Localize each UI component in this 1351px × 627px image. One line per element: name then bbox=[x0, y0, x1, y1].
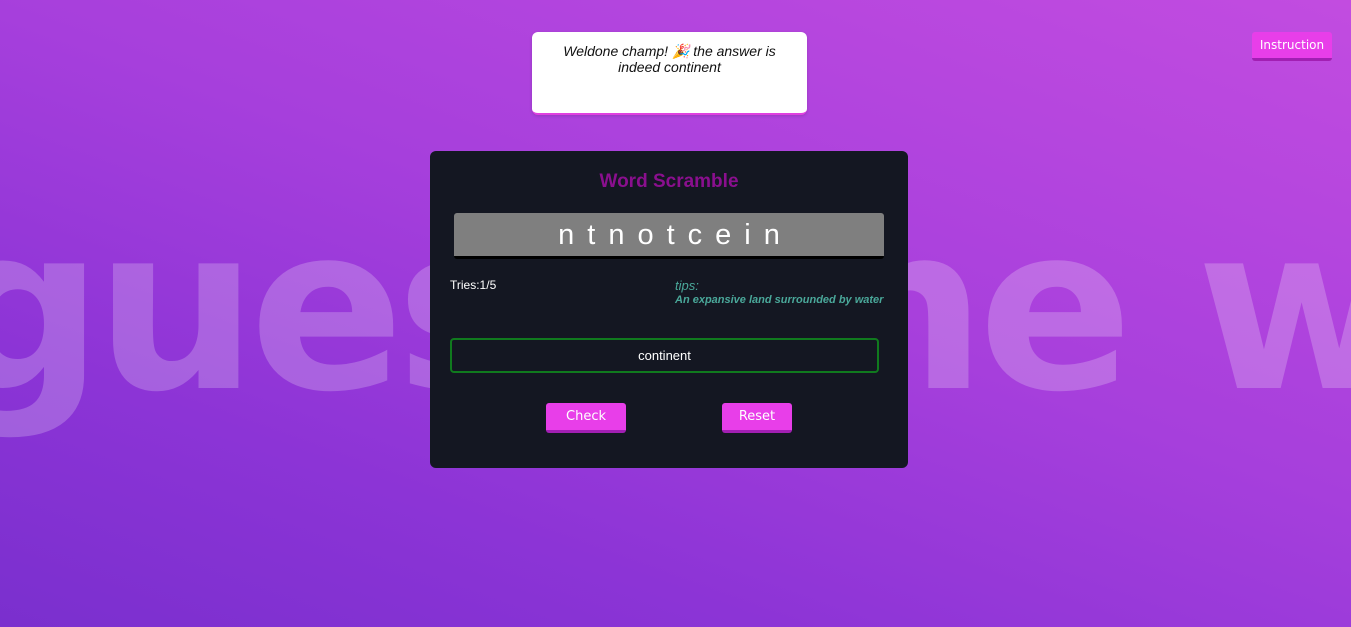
reset-button[interactable]: Reset bbox=[722, 403, 792, 433]
check-button[interactable]: Check bbox=[546, 403, 626, 433]
tips-label: tips: bbox=[675, 278, 699, 293]
tries-counter: Tries:1/5 bbox=[450, 278, 497, 292]
tips-text: An expansive land surrounded by water bbox=[675, 294, 884, 306]
answer-input[interactable] bbox=[450, 338, 879, 373]
game-card: Word Scramble ntnotcein Tries:1/5 tips: … bbox=[430, 151, 908, 468]
instruction-button[interactable]: Instruction bbox=[1252, 32, 1332, 61]
success-toast: Weldone champ! 🎉 the answer is indeed co… bbox=[532, 32, 807, 115]
scrambled-word-display: ntnotcein bbox=[454, 213, 884, 259]
toast-message: Weldone champ! 🎉 the answer is indeed co… bbox=[563, 43, 776, 75]
game-title: Word Scramble bbox=[599, 171, 739, 192]
